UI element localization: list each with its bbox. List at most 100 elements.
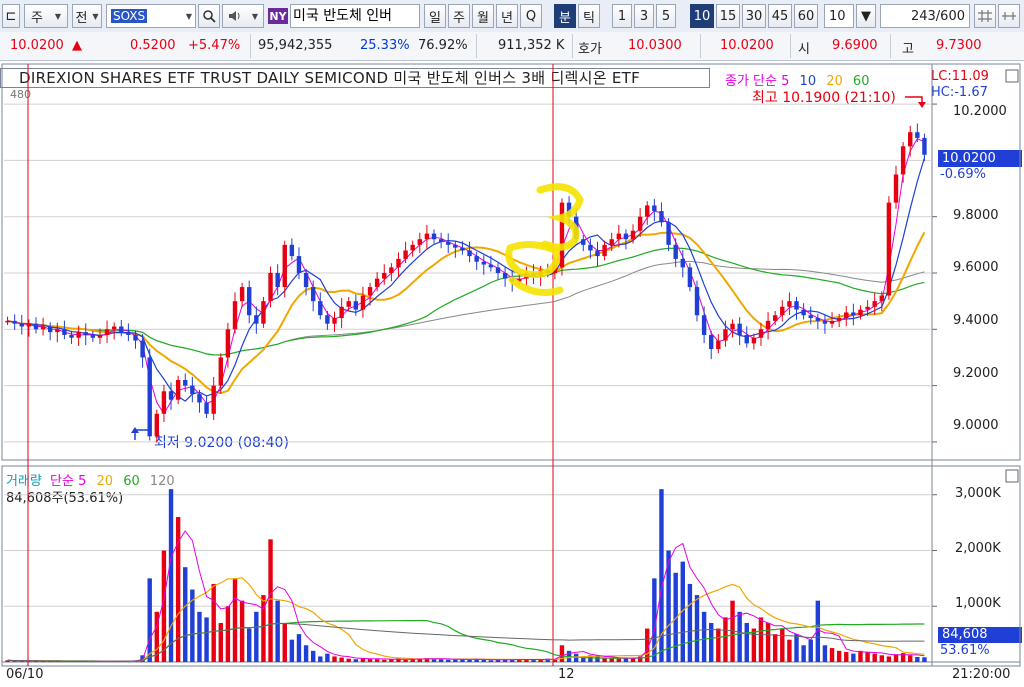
volume-bar — [737, 611, 742, 662]
candle — [744, 334, 749, 344]
divider — [250, 34, 251, 58]
period-tab-quarter[interactable]: Q — [520, 4, 542, 28]
volume-bar — [197, 611, 202, 662]
interval-10[interactable]: 10 — [690, 4, 714, 28]
volume-bar — [879, 655, 885, 662]
volume-bar — [851, 653, 856, 662]
candle — [374, 278, 380, 288]
volume-bar — [645, 628, 650, 662]
volume-bar — [744, 622, 749, 662]
grid-icon[interactable] — [974, 4, 996, 28]
candle — [502, 273, 508, 279]
hc-indicator: HC:-1.67 — [931, 85, 988, 100]
volume-bar — [183, 567, 188, 662]
divider — [790, 34, 791, 58]
range-field[interactable]: 243/600 — [880, 4, 970, 28]
interval-45[interactable]: 45 — [768, 4, 792, 28]
period-tab-tick[interactable]: 틱 — [578, 4, 600, 28]
volume-bar — [602, 657, 607, 662]
time-tag: 21:20:00 — [952, 667, 1011, 682]
candle — [26, 323, 32, 327]
candle — [126, 332, 131, 335]
volume-bar — [886, 656, 892, 662]
candle — [765, 320, 771, 330]
candle — [261, 301, 266, 324]
market-select[interactable]: 주 — [24, 4, 68, 28]
candle — [453, 244, 458, 248]
candle — [353, 301, 359, 310]
interval-3[interactable]: 3 — [634, 4, 654, 28]
candle — [566, 202, 572, 217]
chart-type-icon[interactable]: ⊏ — [2, 4, 20, 28]
candle — [47, 326, 53, 333]
interval-30[interactable]: 30 — [742, 4, 766, 28]
high-arrow-icon — [905, 96, 923, 104]
interval-1[interactable]: 1 — [612, 4, 632, 28]
candle — [879, 295, 885, 302]
volume-bar — [140, 655, 145, 662]
count-dropdown-icon[interactable]: ▼ — [856, 4, 876, 28]
bid-price-1: 10.0300 — [628, 38, 682, 53]
search-icon[interactable] — [198, 4, 220, 28]
candle — [829, 320, 835, 324]
candle — [382, 273, 387, 279]
volume-bar — [524, 659, 529, 662]
volume-bar — [794, 634, 799, 662]
volume-bar — [69, 661, 74, 662]
volume-bar — [865, 651, 870, 662]
candle — [602, 244, 607, 257]
stock-name-field[interactable]: 미국 반도체 인버 — [290, 4, 420, 28]
volume-bar — [446, 659, 451, 662]
volume-bar — [502, 659, 508, 662]
candle — [296, 256, 302, 273]
candle — [111, 326, 117, 330]
period-tab-minute[interactable]: 분 — [554, 4, 576, 28]
ma5-line — [7, 138, 925, 415]
count-input[interactable]: 10 — [824, 4, 854, 28]
volume-bar — [545, 658, 550, 662]
vol-ma60-legend[interactable]: 60 — [123, 474, 140, 489]
candle — [836, 318, 842, 321]
period-tab-week[interactable]: 주 — [448, 4, 470, 28]
candle — [517, 278, 522, 282]
interval-15[interactable]: 15 — [716, 4, 740, 28]
period-tab-year[interactable]: 년 — [496, 4, 518, 28]
split-icon[interactable] — [998, 4, 1020, 28]
price-panel-frame — [1, 63, 1021, 461]
volume-bar — [588, 655, 593, 662]
volume-bar — [716, 628, 721, 662]
volume-bar — [154, 611, 160, 662]
volume-bar — [517, 659, 522, 662]
volume-bar — [225, 606, 231, 662]
candle — [872, 301, 877, 307]
vol-ma120-legend[interactable]: 120 — [150, 474, 175, 489]
volume-bar — [573, 653, 579, 662]
volume-bar — [836, 650, 842, 662]
volume-bar — [275, 600, 280, 662]
volume-bar — [424, 658, 430, 662]
volume-bar — [772, 634, 778, 662]
turnover-ratio: 76.92% — [418, 38, 468, 53]
sound-icon[interactable] — [222, 4, 264, 28]
volume-bar — [126, 660, 131, 662]
volume-bar — [538, 659, 543, 662]
volume-bar — [687, 583, 693, 662]
interval-5[interactable]: 5 — [656, 4, 676, 28]
candle — [33, 323, 39, 330]
candle — [552, 267, 558, 273]
candle — [247, 287, 252, 316]
period-tab-day[interactable]: 일 — [424, 4, 446, 28]
interval-60[interactable]: 60 — [794, 4, 818, 28]
candle — [332, 318, 337, 324]
volume-bar — [453, 659, 458, 662]
candle — [5, 320, 10, 323]
period-tab-month[interactable]: 월 — [472, 4, 494, 28]
volume-bar — [147, 578, 152, 662]
market2-select[interactable]: 전 — [72, 4, 102, 28]
symbol-input[interactable]: SOXS — [106, 4, 196, 28]
high-arrow-head-icon — [918, 102, 926, 108]
high-price: 9.7300 — [936, 38, 982, 53]
volume-bar — [396, 658, 401, 662]
volume-ratio: 25.33% — [360, 38, 410, 53]
candle — [62, 329, 67, 335]
